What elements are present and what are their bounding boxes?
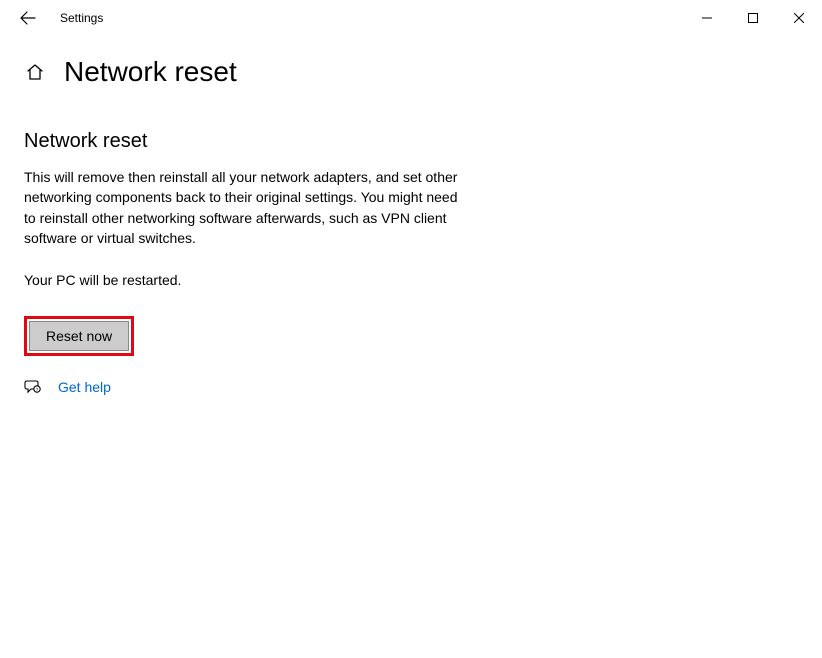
home-icon xyxy=(26,63,44,81)
main-content: Network reset This will remove then rein… xyxy=(0,88,560,396)
home-button[interactable] xyxy=(24,61,46,83)
back-button[interactable] xyxy=(10,0,46,36)
help-row: ? Get help xyxy=(24,378,536,396)
description-text: This will remove then reinstall all your… xyxy=(24,167,464,248)
close-icon xyxy=(794,13,804,23)
window-title: Settings xyxy=(60,11,103,25)
chat-bubble-icon: ? xyxy=(24,378,42,396)
page-title: Network reset xyxy=(64,56,237,88)
window-controls xyxy=(684,2,822,34)
get-help-icon: ? xyxy=(24,378,42,396)
reset-button-highlight: Reset now xyxy=(24,316,134,356)
restart-note: Your PC will be restarted. xyxy=(24,272,536,288)
section-heading: Network reset xyxy=(24,130,536,153)
page-header: Network reset xyxy=(0,36,822,88)
minimize-icon xyxy=(702,13,712,23)
minimize-button[interactable] xyxy=(684,2,730,34)
close-button[interactable] xyxy=(776,2,822,34)
get-help-link[interactable]: Get help xyxy=(58,379,111,395)
arrow-left-icon xyxy=(20,10,36,26)
maximize-button[interactable] xyxy=(730,2,776,34)
titlebar: Settings xyxy=(0,0,822,36)
reset-now-button[interactable]: Reset now xyxy=(29,321,129,351)
maximize-icon xyxy=(748,13,758,23)
